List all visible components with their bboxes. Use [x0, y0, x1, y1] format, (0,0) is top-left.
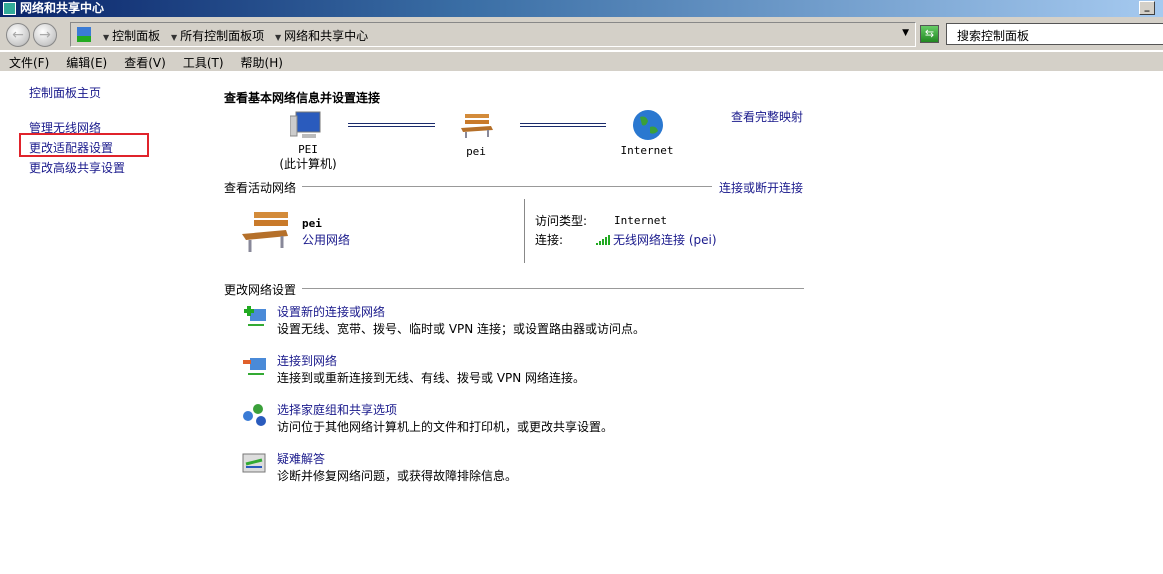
crumb-control-panel[interactable]: 控制面板	[112, 29, 160, 43]
crumb-all-items[interactable]: 所有控制面板项	[180, 29, 264, 43]
network-label: pei	[466, 145, 486, 158]
menu-view[interactable]: 查看(V)	[115, 52, 174, 71]
active-networks-header: 查看活动网络	[224, 181, 297, 195]
task-desc: 设置无线、宽带、拨号、临时或 VPN 连接；或设置路由器或访问点。	[277, 322, 646, 336]
title-bar: 网络和共享中心 _	[0, 0, 1163, 17]
address-dropdown-icon[interactable]: ▼	[902, 28, 909, 38]
view-full-map-link[interactable]: 查看完整映射	[731, 108, 803, 125]
minimize-button[interactable]: _	[1139, 1, 1155, 15]
bench-icon[interactable]	[461, 112, 493, 138]
page-title: 查看基本网络信息并设置连接	[224, 91, 381, 105]
map-link-line	[348, 123, 435, 127]
divider	[524, 199, 525, 263]
network-type-link[interactable]: 公用网络	[302, 231, 350, 248]
forward-button[interactable]: →	[33, 23, 57, 47]
network-center-icon	[3, 2, 16, 15]
sidebar-item-home[interactable]: 控制面板主页	[29, 84, 101, 101]
address-toolbar: ← → ▼ 控制面板 ▼ 所有控制面板项 ▼ 网络和共享中心 ▼ ⇆ 搜索控制面板	[0, 17, 1163, 51]
menu-help[interactable]: 帮助(H)	[232, 52, 291, 71]
globe-icon[interactable]	[632, 109, 664, 141]
connect-network-icon	[243, 358, 266, 375]
back-button[interactable]: ←	[6, 23, 30, 47]
computer-icon[interactable]	[290, 110, 324, 142]
task-desc: 访问位于其他网络计算机上的文件和打印机，或更改共享设置。	[277, 420, 614, 434]
control-panel-icon	[77, 27, 91, 42]
connect-disconnect-link[interactable]: 连接或断开连接	[719, 179, 803, 196]
menu-bar: 文件(F) 编辑(E) 查看(V) 工具(T) 帮助(H)	[0, 52, 1163, 71]
menu-edit[interactable]: 编辑(E)	[57, 52, 115, 71]
refresh-button[interactable]: ⇆	[920, 25, 939, 43]
change-settings-header: 更改网络设置	[224, 283, 297, 297]
window-title: 网络和共享中心	[20, 1, 105, 15]
divider	[302, 288, 804, 289]
new-connection-icon	[244, 306, 266, 326]
active-network-name: pei	[302, 217, 322, 230]
sidebar-item-advanced-sharing[interactable]: 更改高级共享设置	[29, 159, 125, 176]
task-desc: 连接到或重新连接到无线、有线、拨号或 VPN 网络连接。	[277, 371, 586, 385]
map-link-line	[520, 123, 606, 127]
breadcrumb: ▼ 控制面板 ▼ 所有控制面板项 ▼ 网络和共享中心	[103, 29, 369, 43]
access-type-label: 访问类型:	[535, 214, 588, 228]
task-desc: 诊断并修复网络问题，或获得故障排除信息。	[277, 469, 518, 483]
connection-label: 连接:	[535, 233, 564, 247]
menu-file[interactable]: 文件(F)	[0, 52, 57, 71]
homegroup-icon	[243, 404, 266, 426]
divider	[302, 186, 712, 187]
task-title-troubleshoot[interactable]: 疑难解答	[277, 450, 325, 467]
task-title-connect[interactable]: 连接到网络	[277, 352, 337, 369]
bench-icon	[242, 212, 288, 252]
crumb-network-center[interactable]: 网络和共享中心	[284, 29, 368, 43]
search-input[interactable]: 搜索控制面板	[946, 23, 1163, 45]
task-title-new-connection[interactable]: 设置新的连接或网络	[277, 303, 385, 320]
internet-label: Internet	[620, 144, 674, 157]
task-title-homegroup[interactable]: 选择家庭组和共享选项	[277, 401, 397, 418]
computer-sublabel: (此计算机)	[279, 157, 337, 171]
highlight-box	[19, 133, 149, 157]
address-bar[interactable]: ▼ 控制面板 ▼ 所有控制面板项 ▼ 网络和共享中心 ▼	[70, 22, 916, 47]
troubleshoot-icon	[242, 453, 266, 473]
menu-tools[interactable]: 工具(T)	[174, 52, 232, 71]
access-type-value: Internet	[614, 214, 667, 227]
wireless-connection-link[interactable]: 无线网络连接 (pei)	[613, 231, 717, 248]
wifi-signal-icon	[596, 235, 610, 245]
